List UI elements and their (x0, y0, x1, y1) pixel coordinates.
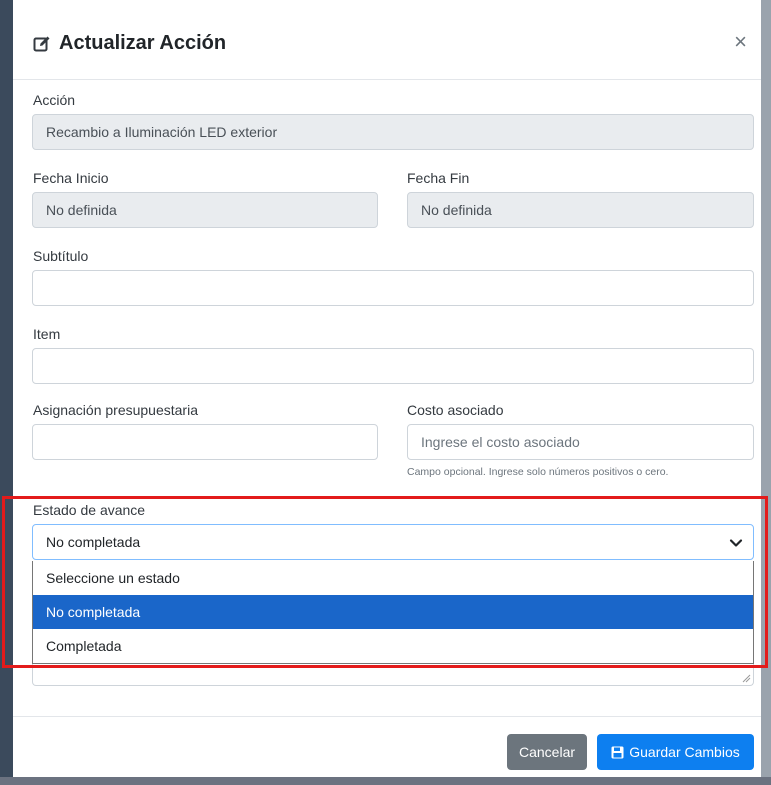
fecha-fin-label: Fecha Fin (407, 170, 470, 186)
fecha-fin-field: No definida (407, 192, 754, 228)
item-label: Item (33, 326, 61, 342)
fecha-inicio-field: No definida (32, 192, 378, 228)
item-input[interactable] (32, 348, 754, 384)
fecha-inicio-label: Fecha Inicio (33, 170, 109, 186)
modal-footer-divider (13, 716, 761, 717)
costo-help-text: Campo opcional. Ingrese solo números pos… (407, 466, 669, 478)
save-button-label: Guardar Cambios (629, 744, 740, 760)
accion-label: Acción (33, 92, 76, 108)
cancel-button[interactable]: Cancelar (507, 734, 587, 770)
edit-icon (33, 36, 50, 51)
modal-title-text: Actualizar Acción (59, 32, 227, 54)
asignacion-input[interactable] (32, 424, 378, 460)
modal-header: Actualizar Acción × (13, 6, 761, 80)
backdrop-bottom (0, 777, 771, 785)
costo-input[interactable]: Ingrese el costo asociado (407, 424, 754, 460)
save-icon (611, 746, 624, 758)
asignacion-label: Asignación presupuestaria (33, 402, 198, 418)
accion-field: Recambio a Iluminación LED exterior (32, 114, 754, 150)
costo-label: Costo asociado (407, 402, 504, 418)
highlight-annotation-box (2, 496, 768, 668)
subtitulo-input[interactable] (32, 270, 754, 306)
close-icon[interactable]: × (734, 31, 747, 53)
save-changes-button[interactable]: Guardar Cambios (597, 734, 754, 770)
resize-grip-icon[interactable] (742, 674, 751, 683)
modal-title: Actualizar Acción (33, 32, 226, 55)
subtitulo-label: Subtítulo (33, 248, 89, 264)
